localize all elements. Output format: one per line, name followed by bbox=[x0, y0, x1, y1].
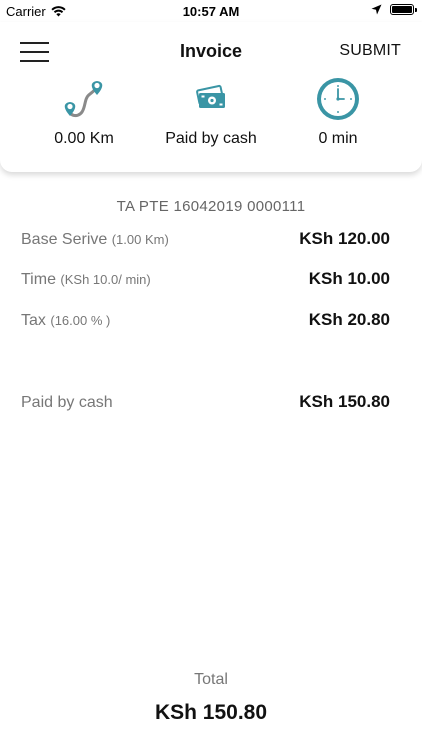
line-item-detail: (1.00 Km) bbox=[111, 232, 169, 247]
location-arrow-icon bbox=[371, 4, 382, 15]
paid-by-cash-row: Paid by cash KSh 150.80 bbox=[21, 392, 390, 416]
payment-stat: Paid by cash bbox=[141, 76, 281, 148]
line-item-title: Tax bbox=[21, 312, 46, 329]
invoice-reference: TA PTE 16042019 0000111 bbox=[116, 198, 306, 215]
total-label: Total bbox=[194, 671, 228, 688]
submit-button[interactable]: SUBMIT bbox=[339, 42, 401, 60]
distance-stat: 0.00 Km bbox=[14, 76, 154, 148]
line-item-time: Time (KSh 10.0/ min) KSh 10.00 bbox=[21, 269, 390, 293]
paid-label: Paid by cash bbox=[21, 394, 113, 411]
status-time: 10:57 AM bbox=[182, 4, 240, 19]
line-item-detail: (16.00 % ) bbox=[50, 313, 111, 328]
battery-icon bbox=[390, 4, 417, 15]
duration-value: 0 min bbox=[318, 130, 358, 147]
line-item-tax: Tax (16.00 % ) KSh 20.80 bbox=[21, 310, 390, 334]
clock-icon bbox=[317, 78, 359, 120]
route-pin-icon bbox=[64, 81, 103, 118]
line-item-base-service: Base Serive (1.00 Km) KSh 120.00 bbox=[21, 229, 390, 253]
line-item-label: Time (KSh 10.0/ min) bbox=[21, 271, 151, 289]
paid-amount: KSh 150.80 bbox=[299, 392, 390, 411]
total-amount: KSh 150.80 bbox=[154, 701, 268, 724]
status-bar: Carrier 10:57 AM bbox=[0, 0, 422, 22]
cash-icon bbox=[196, 84, 225, 108]
duration-stat: 0 min bbox=[268, 76, 408, 148]
line-item-detail: (KSh 10.0/ min) bbox=[60, 272, 151, 287]
line-item-amount: KSh 10.00 bbox=[308, 269, 390, 288]
line-item-label: Base Serive (1.00 Km) bbox=[21, 231, 169, 249]
payment-value: Paid by cash bbox=[165, 130, 257, 147]
hamburger-menu-button[interactable] bbox=[20, 40, 50, 64]
line-item-title: Base Serive bbox=[21, 231, 108, 248]
line-item-amount: KSh 120.00 bbox=[299, 229, 390, 248]
line-item-label: Tax (16.00 % ) bbox=[21, 312, 110, 330]
invoice-header-card: Invoice SUBMIT 0.00 Km Paid by cash 0 mi… bbox=[0, 22, 422, 172]
distance-value: 0.00 Km bbox=[54, 130, 114, 147]
line-item-amount: KSh 20.80 bbox=[308, 310, 390, 329]
line-item-title: Time bbox=[21, 271, 56, 288]
status-right bbox=[371, 4, 417, 15]
